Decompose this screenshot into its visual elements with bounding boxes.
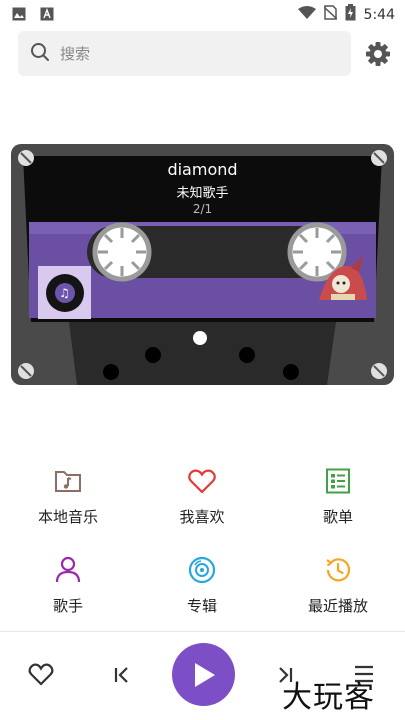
- grid-label: 最近播放: [307, 597, 368, 615]
- favorite-button[interactable]: [28, 662, 54, 690]
- album-cover-button[interactable]: ♫: [38, 266, 91, 319]
- grid-label: 我喜欢: [179, 508, 225, 526]
- grid-label: 本地音乐: [37, 508, 98, 526]
- grid-item-albums[interactable]: 专辑: [142, 555, 262, 616]
- settings-button[interactable]: [364, 40, 392, 68]
- grid-label: 歌单: [322, 508, 353, 526]
- image-icon: [12, 6, 26, 21]
- heart-icon: [28, 663, 54, 686]
- no-sim-icon: [323, 5, 338, 24]
- grid-item-recent[interactable]: 最近播放: [278, 555, 398, 616]
- disc-icon: [188, 556, 216, 584]
- text-app-icon: [40, 6, 54, 21]
- playlist-icon: [326, 468, 350, 494]
- track-counter: 2/1: [192, 202, 213, 216]
- search-icon: [30, 42, 50, 66]
- wifi-icon: [297, 5, 316, 24]
- search-bar[interactable]: [18, 31, 351, 76]
- grid-item-artists[interactable]: 歌手: [8, 555, 128, 616]
- grid-label: 歌手: [52, 597, 83, 615]
- heart-icon: [188, 469, 216, 494]
- grid-item-local-music[interactable]: 本地音乐: [8, 466, 128, 527]
- status-bar: 5:44: [0, 0, 405, 28]
- artist-name: 未知歌手: [176, 186, 229, 201]
- divider: [0, 631, 405, 632]
- gear-icon: [364, 42, 392, 72]
- grid-label: 专辑: [186, 597, 217, 615]
- play-icon: [194, 662, 215, 687]
- person-icon: [55, 556, 81, 583]
- previous-icon: [114, 667, 128, 683]
- watermark: 大玩客: [282, 680, 375, 715]
- folder-music-icon: [55, 471, 81, 492]
- status-time: 5:44: [363, 6, 395, 23]
- grid-item-favorites[interactable]: 我喜欢: [142, 466, 262, 527]
- play-button[interactable]: [172, 643, 235, 706]
- battery-charging-icon: [345, 4, 356, 25]
- previous-button[interactable]: [113, 665, 131, 689]
- grid-item-playlists[interactable]: 歌单: [278, 466, 398, 527]
- cassette-player[interactable]: [11, 144, 394, 385]
- search-input[interactable]: [60, 44, 320, 63]
- song-title: diamond: [167, 160, 238, 179]
- music-note-icon: ♫: [54, 282, 75, 303]
- history-icon: [326, 558, 351, 582]
- vinyl-disc-icon: ♫: [45, 273, 84, 312]
